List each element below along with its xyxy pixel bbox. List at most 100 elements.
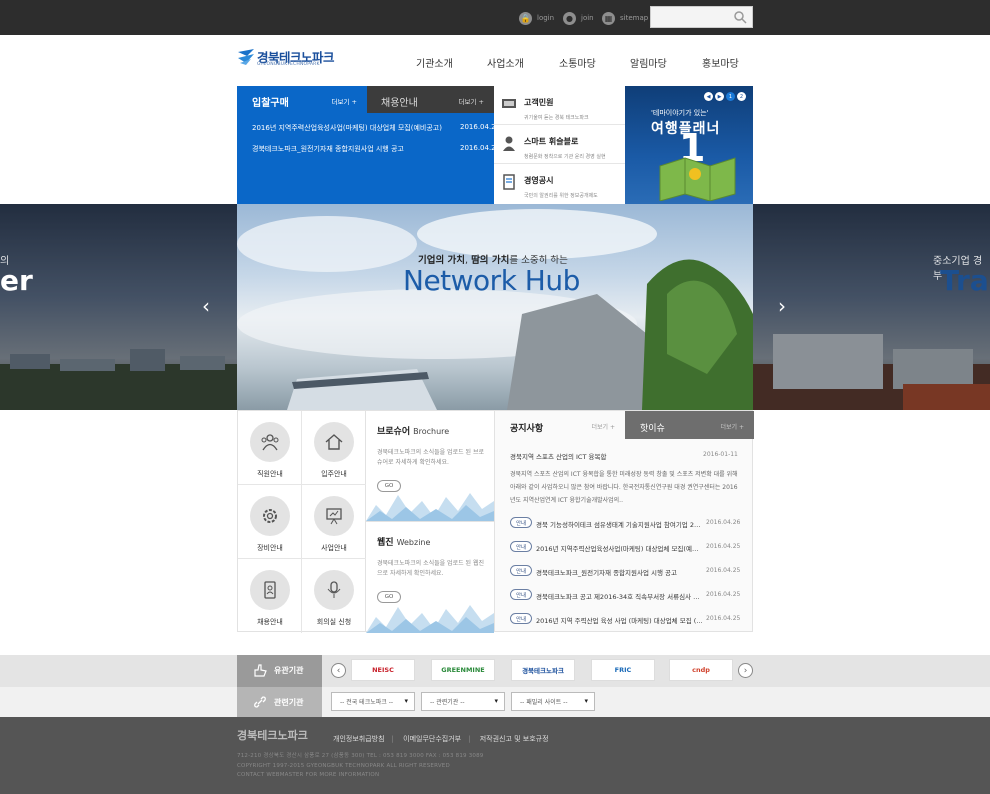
footer-link-copyright[interactable]: 저작권신고 및 보호규정 (480, 735, 549, 743)
notice-badge: 안내 (510, 565, 532, 576)
affiliate-bar: 유관기관 ‹ NEISC GREENMINE 경북테크노파크 FRIC cndp… (0, 655, 990, 687)
affiliate-logo-neisc[interactable]: NEISC (351, 659, 415, 681)
hero-prev-title: er (0, 264, 33, 297)
webzine-card: 웹진 Webzine 경북테크노파크의 소식들을 업로드 된 웹진으로 자세하게 … (366, 522, 494, 633)
search-box (650, 6, 753, 28)
login-link[interactable]: 🔒 login (519, 11, 554, 25)
table-row[interactable]: 안내 경북테크노파크 공고 제2016-34호 직속부서장 서류심사 합… 20… (510, 588, 742, 602)
promo-page-2[interactable]: 2 (737, 92, 746, 101)
tab-notice[interactable]: 공지사항 더보기 + (495, 411, 625, 439)
affiliate-next-button[interactable]: › (738, 663, 753, 678)
quick-recruit[interactable]: 채용안내 (238, 559, 302, 633)
hero-next-arrow-icon[interactable]: › (778, 294, 786, 318)
top-bar: 🔒 login ● join ▦ sitemap (0, 0, 990, 35)
quick-meeting-room[interactable]: 회의실 신청 (302, 559, 366, 633)
promo-banner[interactable]: ◀ ▶ 1 2 '테마이야기가 있는' 여행플래너 1 (625, 86, 753, 204)
webzine-title-en: Webzine (396, 538, 431, 547)
select-family-site[interactable]: -- 패밀리 사이트 -- ▾ (511, 692, 595, 711)
affiliate-logo-greenmine[interactable]: GREENMINE (431, 659, 495, 681)
tab-bid[interactable]: 입찰구매 더보기 + (237, 86, 367, 113)
table-row[interactable]: 안내 2016년 지역주력산업육성사업(마케팅) 대상업체 모집(예비… 201… (510, 540, 742, 554)
tab-hot-issue[interactable]: 핫이슈 더보기 + (625, 411, 754, 439)
user-icon: ● (563, 11, 576, 25)
gnb-item-communication[interactable]: 소통마당 (559, 55, 596, 70)
quick-equipment[interactable]: 장비안내 (238, 485, 302, 559)
notice-date: 2016.04.25 (706, 543, 741, 550)
select-related[interactable]: -- 관련기관 -- ▾ (421, 692, 505, 711)
publications: 브로슈어 Brochure 경북테크노파크의 소식들을 업로드 된 브로슈어로 자… (366, 410, 494, 633)
footer-copyright: COPYRIGHT 1997-2015 GYEONGBUK TECHNOPARK… (237, 763, 450, 769)
hot-issue-more-link[interactable]: 더보기 + (721, 422, 745, 431)
search-icon[interactable] (733, 10, 747, 24)
bid-title: 경북테크노파크_원전기자재 종합지원사업 시행 공고 (252, 145, 404, 153)
tab-recruit[interactable]: 채용안내 더보기 + (367, 86, 494, 113)
quick-label: 직원안내 (257, 470, 283, 478)
quick-business[interactable]: 사업안내 (302, 485, 366, 559)
quick-item-title: 스마트 휘슬블로 (524, 137, 579, 146)
quick-item-title: 고객민원 (524, 98, 554, 107)
hero-overlay (753, 204, 990, 410)
quick-tenant[interactable]: 입주안내 (302, 411, 366, 485)
featured-notice-title[interactable]: 경북지역 스포츠 산업의 ICT 융복합 (510, 451, 606, 461)
site-logo[interactable]: 경북테크노파크 GYEONGBUKTECHNOPARK (237, 47, 341, 69)
monitor-icon (502, 99, 516, 108)
affiliate-logo-cndp[interactable]: cndp (669, 659, 733, 681)
footer-link-email[interactable]: 이메일무단수집거부 (403, 735, 461, 743)
quick-icon-bg (314, 570, 354, 610)
affiliate-prev-button[interactable]: ‹ (331, 663, 346, 678)
map-illustration-icon (659, 157, 736, 201)
gnb-item-about[interactable]: 기관소개 (416, 55, 453, 70)
notice-title: 경북 기능성하이테크 섬유생태계 기술지원사업 참여기업 2… (536, 521, 701, 529)
hand-icon (254, 664, 267, 677)
table-row[interactable]: 안내 경북테크노파크_원전기자재 종합지원사업 시행 공고 2016.04.25 (510, 564, 742, 578)
quick-icon-bg (250, 422, 290, 462)
table-row[interactable]: 안내 2016년 지역 주력산업 육성 사업 (마케팅) 대상업체 모집 (… … (510, 612, 742, 626)
table-row[interactable]: 안내 경북 기능성하이테크 섬유생태계 기술지원사업 참여기업 2… 2016.… (510, 516, 742, 530)
presentation-icon (326, 508, 342, 525)
promo-prev-button[interactable]: ◀ (704, 92, 713, 101)
tab-notice-label: 공지사항 (510, 424, 544, 434)
brochure-title: 브로슈어 Brochure (377, 424, 449, 437)
gnb-item-business[interactable]: 사업소개 (487, 55, 524, 70)
recruit-more-link[interactable]: 더보기 + (459, 96, 484, 106)
hero-title: Network Hub (403, 264, 580, 297)
hero-next-title: Tran (940, 264, 990, 297)
footer-address: 712-210 경상북도 경산시 삼풍로 27 (삼풍동 300) TEL : … (237, 753, 484, 759)
notice-title: 경북테크노파크_원전기자재 종합지원사업 시행 공고 (536, 569, 678, 577)
mountain-pattern-icon (366, 605, 494, 633)
join-link[interactable]: ● join (563, 11, 594, 25)
notice-more-link[interactable]: 더보기 + (592, 422, 616, 431)
quick-item-whistle[interactable]: 스마트 휘슬블로 청렴문화 정착으로 기관 윤리 경영 실현 (494, 125, 625, 164)
footer: 경북테크노파크 개인정보취급방침 | 이메일무단수집거부 | 저작권신고 및 보호규… (0, 717, 990, 794)
tab-recruit-label: 채용안내 (381, 98, 418, 109)
affiliate-logo-fric[interactable]: FRIC (591, 659, 655, 681)
list-item[interactable]: 2016년 지역주력산업육성사업(마케팅) 대상업체 모집(예비공고) 2016… (252, 123, 500, 133)
quick-label: 입주안내 (321, 470, 347, 478)
notice-badge: 안내 (510, 589, 532, 600)
id-card-icon (264, 581, 276, 599)
chevron-down-icon: ▾ (404, 697, 408, 705)
footer-links: 개인정보취급방침 | 이메일무단수집거부 | 저작권신고 및 보호규정 (333, 735, 549, 743)
notice-title: 2016년 지역주력산업육성사업(마케팅) 대상업체 모집(예비… (536, 545, 704, 553)
hero-prev-arrow-icon[interactable]: ‹ (202, 294, 210, 318)
quick-item-complaint[interactable]: 고객민원 귀기울여 듣는 경북 테크노파크 (494, 86, 625, 125)
list-item[interactable]: 경북테크노파크_원전기자재 종합지원사업 시행 공고 2016.04.25 (252, 144, 500, 154)
sitemap-link[interactable]: ▦ sitemap (602, 11, 648, 25)
bid-more-link[interactable]: 더보기 + (332, 96, 357, 106)
tab-hot-issue-label: 핫이슈 (640, 424, 665, 434)
bid-title: 2016년 지역주력산업육성사업(마케팅) 대상업체 모집(예비공고) (252, 124, 442, 132)
search-input[interactable] (651, 7, 733, 27)
footer-link-privacy[interactable]: 개인정보취급방침 (333, 735, 385, 743)
person-icon (503, 136, 515, 151)
gnb-item-notice[interactable]: 알림마당 (630, 55, 667, 70)
select-technopark[interactable]: -- 전국 테크노파크 -- ▾ (331, 692, 415, 711)
promo-page-1[interactable]: 1 (726, 92, 735, 101)
gnb-item-pr[interactable]: 홍보마당 (702, 55, 739, 70)
promo-next-button[interactable]: ▶ (715, 92, 724, 101)
hero-current-slide (237, 204, 753, 410)
quick-item-disclosure[interactable]: 경영공시 국민의 알권리를 위한 정보공개제도 (494, 164, 625, 203)
quick-menu: 고객민원 귀기울여 듣는 경북 테크노파크 스마트 휘슬블로 청렴문화 정착으로… (494, 86, 625, 204)
select-value: -- 전국 테크노파크 -- (340, 699, 394, 706)
quick-staff[interactable]: 직원안내 (238, 411, 302, 485)
affiliate-logo-gbtp[interactable]: 경북테크노파크 (511, 659, 575, 681)
